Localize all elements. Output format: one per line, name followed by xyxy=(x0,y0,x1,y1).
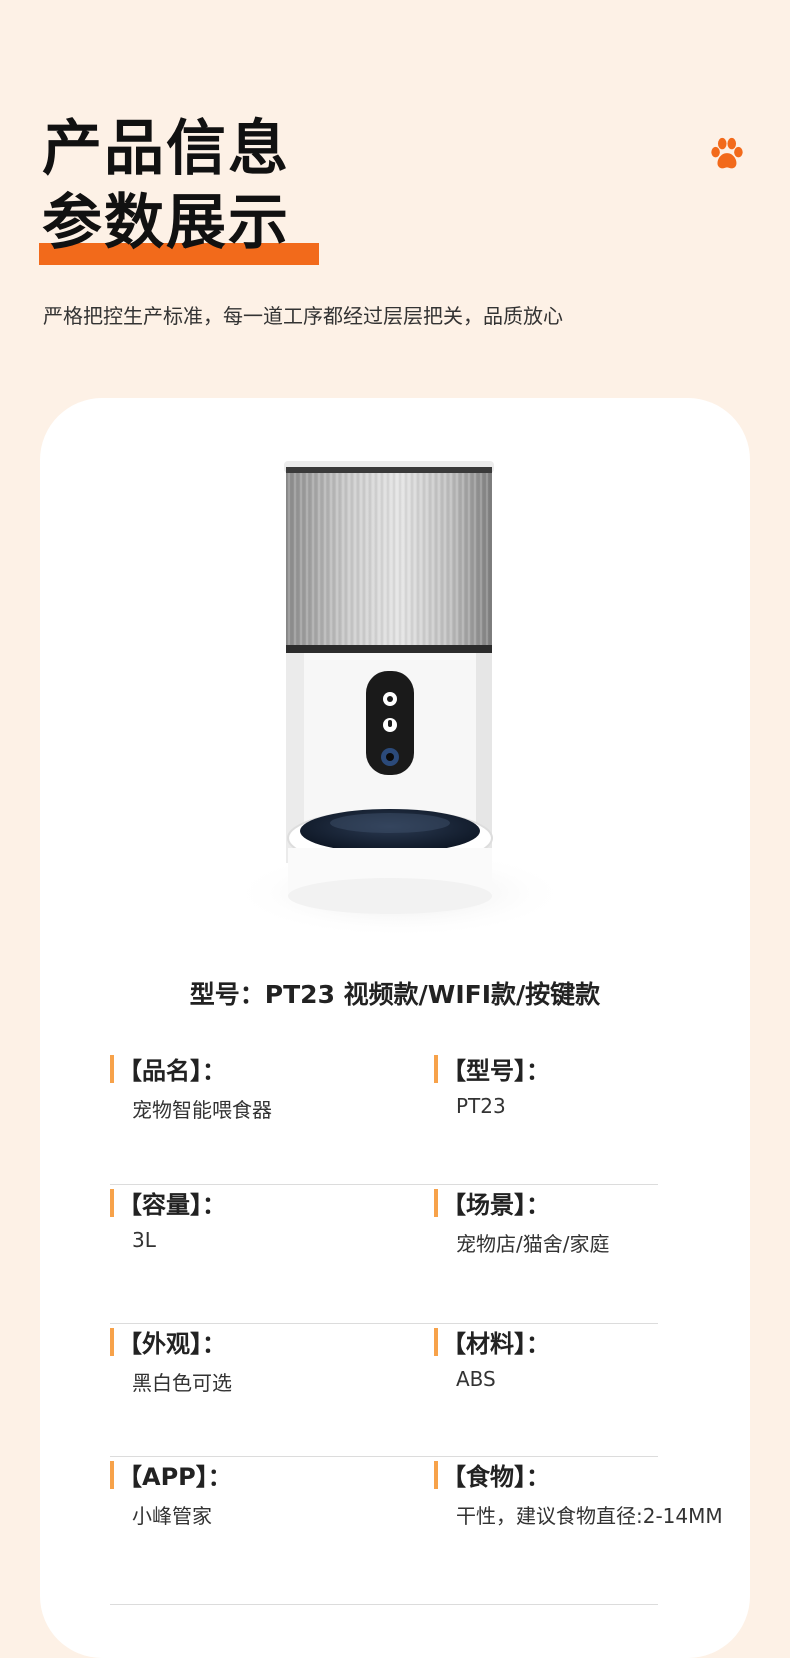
label-bar xyxy=(110,1054,114,1083)
spec-label: 【材料】： xyxy=(442,1330,550,1358)
label-bar xyxy=(434,1460,438,1489)
spec-value: 小峰管家 xyxy=(132,1504,212,1528)
product-card: 型号：PT23 视频款/WIFI款/按键款 【品名】： 宠物智能喂食器 【型号】… xyxy=(40,398,750,1658)
subtitle: 严格把控生产标准，每一道工序都经过层层把关，品质放心 xyxy=(43,304,563,328)
label-bar xyxy=(110,1460,114,1489)
spec-item: 【型号】： PT23 xyxy=(434,1051,550,1118)
spec-label: 【外观】： xyxy=(118,1330,226,1358)
page-title: 产品信息 参数展示 xyxy=(42,112,290,260)
spec-item: 【容量】： 3L xyxy=(110,1185,226,1252)
spec-label: 【场景】： xyxy=(442,1191,550,1219)
spec-value: 宠物智能喂食器 xyxy=(132,1098,272,1122)
model-line: 型号：PT23 视频款/WIFI款/按键款 xyxy=(189,980,601,1009)
spec-item: 【食物】： 干性，建议食物直径:2-14MM xyxy=(434,1457,723,1529)
spec-row: 【APP】： 小峰管家 【食物】： 干性，建议食物直径:2-14MM xyxy=(110,1457,723,1605)
spec-value: 宠物店/猫舍/家庭 xyxy=(456,1232,610,1256)
spec-label: 【容量】： xyxy=(118,1191,226,1219)
spec-item: 【材料】： ABS xyxy=(434,1324,550,1391)
spec-item: 【场景】： 宠物店/猫舍/家庭 xyxy=(434,1185,609,1257)
spec-value: PT23 xyxy=(456,1094,506,1118)
spec-label: 【品名】： xyxy=(118,1057,226,1085)
paw-icon xyxy=(711,137,743,169)
label-bar xyxy=(110,1327,114,1356)
pet-feeder-image xyxy=(240,461,560,938)
spec-row: 【品名】： 宠物智能喂食器 【型号】： PT23 xyxy=(110,1051,658,1185)
label-bar xyxy=(434,1054,438,1083)
spec-label: 【食物】： xyxy=(442,1463,550,1491)
spec-item: 【APP】： 小峰管家 xyxy=(110,1457,232,1529)
label-bar xyxy=(110,1188,114,1217)
label-bar xyxy=(434,1188,438,1217)
spec-label: 【APP】： xyxy=(118,1463,232,1491)
spec-value: 黑白色可选 xyxy=(132,1371,232,1395)
spec-item: 【品名】： 宠物智能喂食器 xyxy=(110,1051,272,1123)
spec-value: ABS xyxy=(456,1367,496,1391)
spec-item: 【外观】： 黑白色可选 xyxy=(110,1324,232,1396)
label-bar xyxy=(434,1327,438,1356)
title-line-1: 产品信息 xyxy=(42,114,290,184)
spec-label: 【型号】： xyxy=(442,1057,550,1085)
spec-value: 3L xyxy=(132,1228,156,1252)
spec-row: 【容量】： 3L 【场景】： 宠物店/猫舍/家庭 xyxy=(110,1185,658,1324)
spec-value: 干性，建议食物直径:2-14MM xyxy=(456,1504,723,1528)
spec-row: 【外观】： 黑白色可选 【材料】： ABS xyxy=(110,1324,658,1457)
title-line-2: 参数展示 xyxy=(42,188,290,258)
